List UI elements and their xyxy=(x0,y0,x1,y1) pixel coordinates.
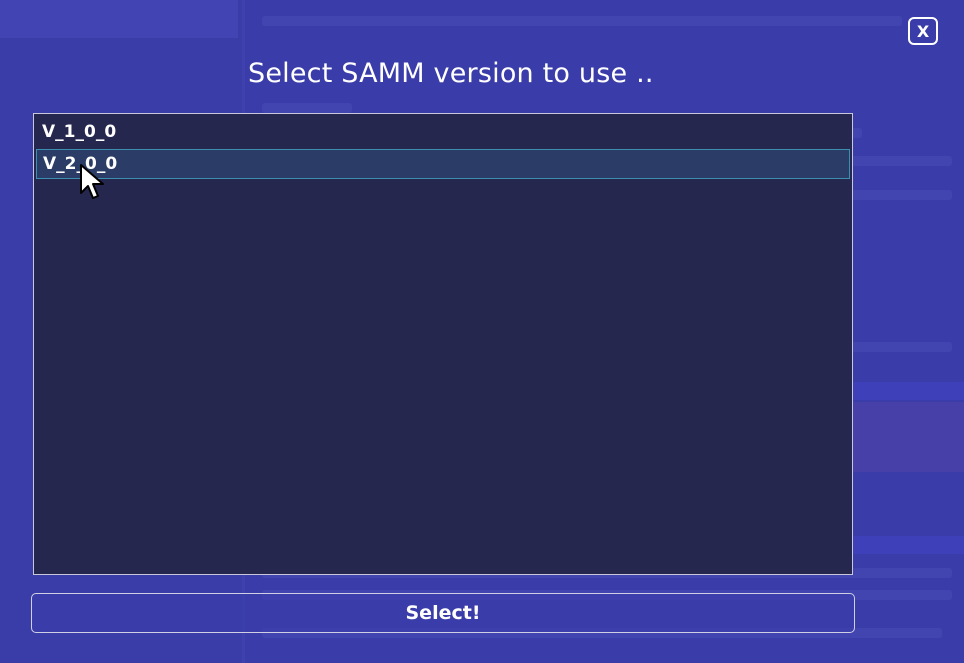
version-list[interactable]: V_1_0_0 V_2_0_0 xyxy=(33,113,853,575)
select-button[interactable]: Select! xyxy=(31,593,855,633)
close-button[interactable]: X xyxy=(908,17,938,45)
list-item-v1[interactable]: V_1_0_0 xyxy=(36,117,850,147)
mouse-pointer-icon xyxy=(80,164,104,199)
dialog-title: Select SAMM version to use .. xyxy=(248,58,654,89)
list-item-v2-selected[interactable]: V_2_0_0 xyxy=(36,149,850,179)
app-window: Select SAMM version to use .. X V_1_0_0 … xyxy=(0,0,964,663)
